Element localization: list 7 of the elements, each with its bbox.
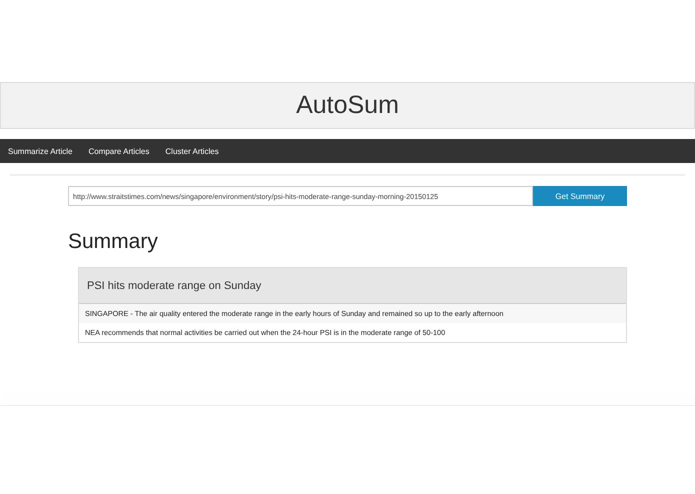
- nav-link[interactable]: Cluster Articles: [165, 146, 219, 156]
- app-title: AutoSum: [296, 91, 399, 120]
- nav-link[interactable]: Summarize Article: [8, 146, 72, 156]
- nav-link[interactable]: Compare Articles: [88, 146, 150, 156]
- article-title: PSI hits moderate range on Sunday: [79, 268, 626, 304]
- section-heading: Summary: [68, 230, 159, 254]
- get-summary-button[interactable]: Get Summary: [533, 186, 627, 206]
